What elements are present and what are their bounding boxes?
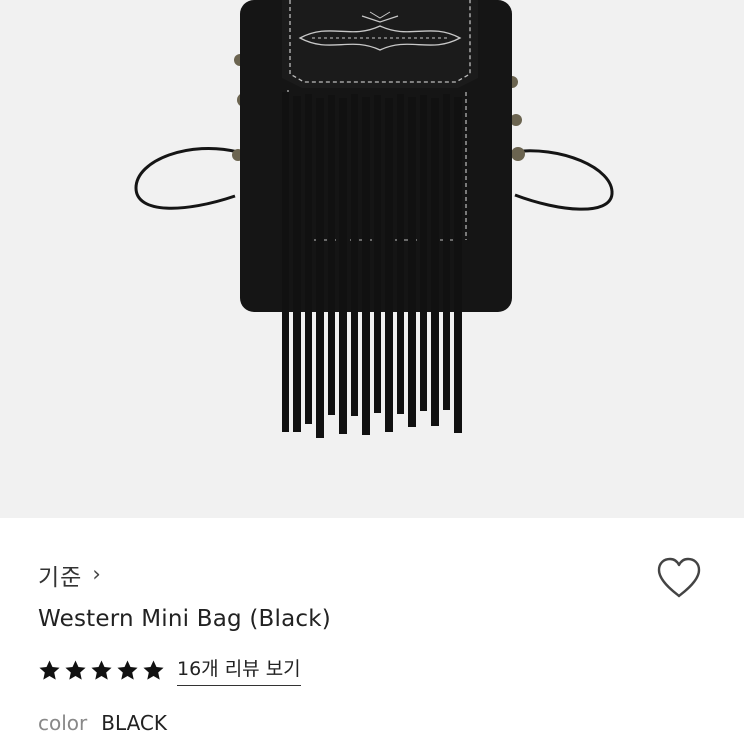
wishlist-button[interactable] <box>655 556 703 600</box>
bag-photo <box>134 0 614 438</box>
star-icon <box>117 659 138 680</box>
star-icon <box>91 659 112 680</box>
option-value: BLACK <box>101 711 167 735</box>
brand-link[interactable]: 기준 › <box>38 558 101 592</box>
option-label: color <box>38 711 88 735</box>
chevron-right-icon: › <box>92 561 101 586</box>
rating-row: 16개 리뷰 보기 <box>38 654 301 686</box>
rating-stars <box>38 659 165 682</box>
product-info: 기준 › Western Mini Bag (Black) 16개 리뷰 보기 … <box>0 518 744 744</box>
brand-name: 기준 <box>38 565 83 591</box>
star-icon <box>143 659 164 680</box>
product-title: Western Mini Bag (Black) <box>38 606 331 632</box>
star-icon <box>65 659 86 680</box>
color-option: color BLACK <box>38 711 167 735</box>
reviews-link[interactable]: 16개 리뷰 보기 <box>177 654 301 686</box>
heart-outline-icon <box>657 557 701 598</box>
star-icon <box>39 659 60 680</box>
product-image[interactable] <box>0 0 744 518</box>
